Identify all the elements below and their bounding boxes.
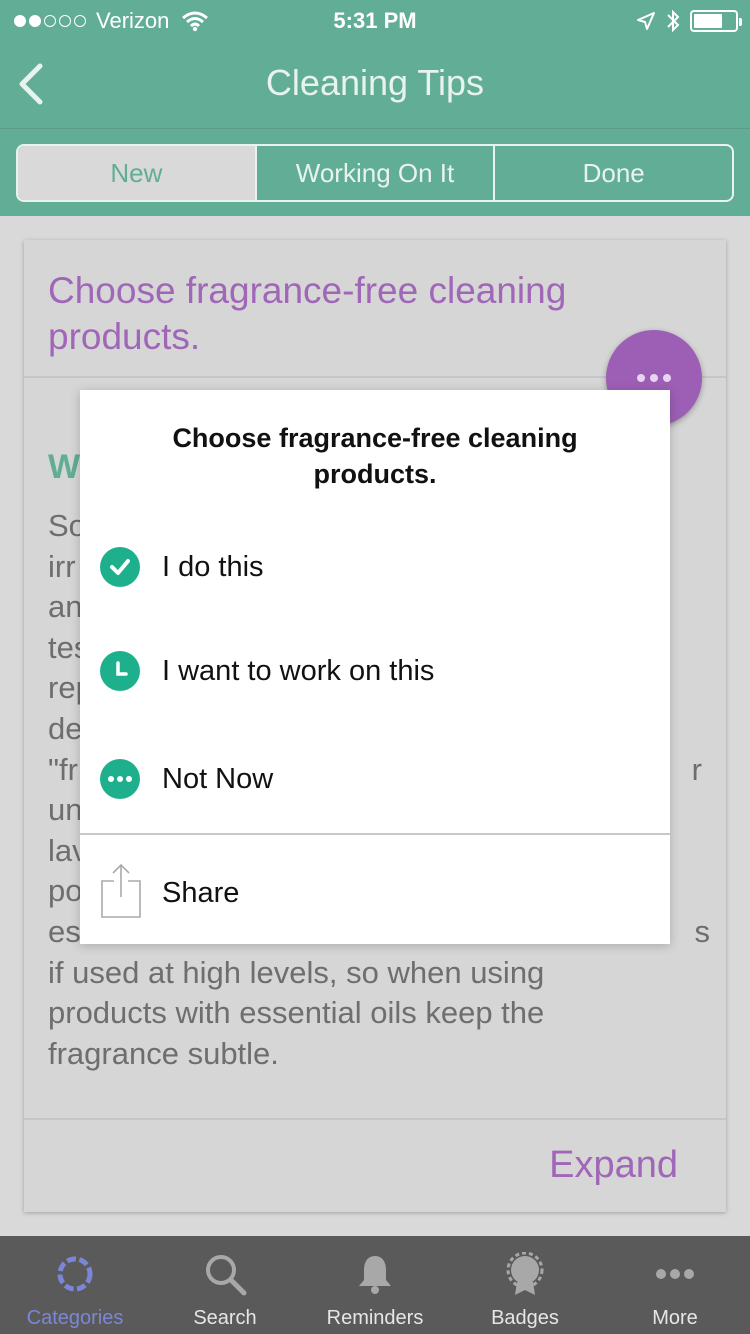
badge-icon <box>506 1252 544 1295</box>
more-circle-icon <box>100 759 140 799</box>
tab-reminders[interactable]: Reminders <box>300 1236 450 1334</box>
navigation-bar: Cleaning Tips <box>0 40 750 128</box>
status-bar: Verizon 5:31 PM <box>0 0 750 40</box>
share-icon <box>101 863 141 918</box>
bluetooth-icon <box>667 9 680 33</box>
clock-icon <box>100 651 140 691</box>
tab-badges[interactable]: Badges <box>450 1236 600 1334</box>
battery-icon <box>690 10 742 32</box>
segment-done[interactable]: Done <box>493 146 732 200</box>
body-line: fragrance subtle. <box>48 1035 279 1071</box>
tab-categories[interactable]: Categories <box>0 1236 150 1334</box>
option-want-to-work-on-this[interactable]: I want to work on this <box>80 636 670 706</box>
tab-bar: Categories Search Reminders Badges More <box>0 1236 750 1334</box>
location-arrow-icon <box>637 12 655 30</box>
more-dots-icon <box>637 374 645 382</box>
search-icon <box>206 1255 247 1296</box>
tab-search[interactable]: Search <box>150 1236 300 1334</box>
option-not-now[interactable]: Not Now <box>80 744 670 814</box>
bell-icon <box>359 1256 391 1294</box>
body-line: products with essential oils keep the <box>48 995 545 1031</box>
check-circle-icon <box>100 547 140 587</box>
tab-label: More <box>652 1307 698 1329</box>
dialog-title: Choose fragrance-free cleaning products. <box>172 423 578 489</box>
dialog-divider <box>80 833 670 835</box>
header-area: Verizon 5:31 PM Cleaning Tips New Workin… <box>0 0 750 216</box>
tab-more[interactable]: More <box>600 1236 750 1334</box>
status-segmented-control: New Working On It Done <box>16 144 734 202</box>
option-label: Not Now <box>162 762 274 795</box>
more-dots-icon <box>656 1269 694 1279</box>
option-label: I want to work on this <box>162 654 435 687</box>
action-sheet-dialog: Choose fragrance-free cleaning products.… <box>80 390 670 944</box>
segment-new[interactable]: New <box>18 146 255 200</box>
option-share[interactable]: Share <box>80 858 670 928</box>
card-footer-divider <box>24 1118 726 1120</box>
share-label: Share <box>162 876 240 909</box>
tab-label: Badges <box>491 1307 559 1329</box>
tip-title: Choose fragrance-free cleaning products. <box>48 270 567 357</box>
status-right <box>636 9 742 33</box>
body-line: if used at high levels, so when using <box>48 954 545 990</box>
expand-button[interactable]: Expand <box>549 1144 678 1187</box>
categories-ring-icon <box>57 1256 93 1292</box>
tab-label: Categories <box>26 1307 124 1329</box>
option-i-do-this[interactable]: I do this <box>80 532 670 602</box>
option-label: I do this <box>162 550 264 583</box>
tip-subheading: W <box>48 448 81 486</box>
tab-label: Reminders <box>326 1307 424 1329</box>
header-divider <box>0 128 750 129</box>
tab-label: Search <box>193 1307 257 1329</box>
segment-working-on-it[interactable]: Working On It <box>254 146 494 200</box>
page-title: Cleaning Tips <box>265 62 485 103</box>
